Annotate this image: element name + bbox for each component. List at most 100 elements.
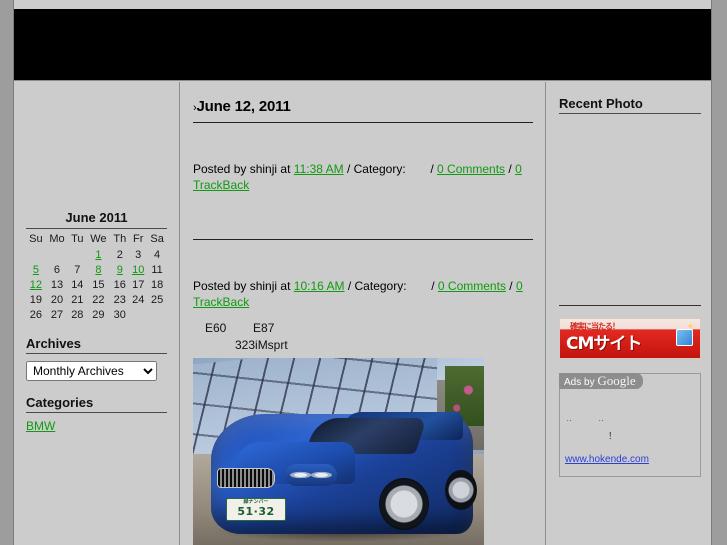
post-at-label: at — [280, 279, 291, 293]
calendar-weekday: Sa — [150, 233, 164, 245]
post-category-link[interactable] — [410, 283, 428, 294]
right-sidebar: Recent Photo 確実に当たる！ CMサイト ✦ Ads by Goog… — [547, 82, 711, 545]
page-title: ›June 12, 2011 — [193, 98, 533, 115]
archives-select[interactable]: Monthly Archives — [26, 361, 157, 381]
calendar-day: 9 — [110, 262, 129, 277]
calendar-weekday: Th — [113, 233, 127, 245]
calendar-day: 2 — [116, 248, 123, 261]
calendar-day: 19 — [29, 293, 42, 306]
calendar-day-empty — [68, 247, 86, 262]
calendar-table: Su Mo Tu We Th Fr Sa 1 2 3 4 5 6 7 8 9 10 11 12 13 14… — [26, 231, 167, 322]
divider — [559, 305, 701, 306]
calendar-day: 18 — [150, 278, 164, 291]
calendar-day: 26 — [29, 308, 42, 321]
list-item — [26, 461, 167, 475]
category-link[interactable] — [26, 461, 46, 472]
model-line-1: E60 E87 — [205, 321, 275, 335]
ad-text-fragment[interactable]: … — [566, 414, 573, 423]
meta-separator: / — [346, 162, 351, 176]
calendar-body: 1 2 3 4 5 6 7 8 9 10 11 12 13 14 15 16 17 18 19 20 21 22 23 24 2… — [26, 247, 167, 322]
calendar-day-empty — [147, 307, 167, 322]
category-link[interactable] — [26, 503, 56, 514]
archives-heading: Archives — [26, 336, 167, 354]
recent-photo-heading: Recent Photo — [559, 96, 701, 114]
calendar-weekday: Su — [29, 233, 43, 245]
calendar-day-empty — [129, 307, 147, 322]
ad-url-link[interactable]: www.hokende.com — [565, 454, 649, 465]
post-body: E60 E87 323iMsprt 緑ナンバー 51·32 — [193, 320, 533, 545]
ads-by-prefix: Ads by — [564, 377, 595, 388]
post-comments-link[interactable]: 0 Comments — [438, 279, 506, 293]
license-plate-number: 51·32 — [237, 505, 275, 518]
category-link-bmw[interactable]: BMW — [26, 420, 55, 433]
calendar-day-link[interactable]: 10 — [132, 264, 144, 276]
categories-heading: Categories — [26, 395, 167, 413]
meta-separator: / — [430, 162, 434, 176]
date-heading-text: June 12, 2011 — [196, 98, 291, 115]
site-banner[interactable] — [14, 9, 711, 81]
calendar-day-link[interactable]: 1 — [95, 249, 101, 261]
posted-by-prefix: Posted by — [193, 162, 247, 176]
category-link[interactable] — [26, 440, 56, 451]
calendar-day: 28 — [71, 308, 84, 321]
calendar-week-row: 1 234 — [26, 247, 167, 262]
meta-separator: / — [508, 162, 512, 176]
calendar-day-link[interactable]: 9 — [117, 264, 123, 276]
calendar-weekday: Fr — [133, 233, 144, 245]
post-entry: Posted by shinji at 10:16 AM / Category:… — [193, 278, 533, 545]
categories-list: BMW — [26, 420, 167, 538]
calendar-day: 6 — [53, 263, 61, 276]
calendar-day-empty — [46, 247, 68, 262]
calendar-day: 7 — [74, 263, 81, 276]
calendar-day-link[interactable]: 5 — [33, 264, 39, 276]
meta-separator: / — [347, 279, 352, 293]
calendar-day: 1 — [86, 247, 110, 262]
post-meta: Posted by shinji at 10:16 AM / Category:… — [193, 278, 533, 310]
cube-icon — [676, 329, 693, 346]
calendar-weekday-row: Su Mo Tu We Th Fr Sa — [26, 231, 167, 247]
photo-license-plate: 緑ナンバー 51·32 — [226, 498, 286, 521]
calendar-day: 25 — [150, 293, 164, 306]
calendar-day: 21 — [71, 293, 84, 306]
calendar-day-link[interactable]: 12 — [30, 279, 42, 291]
category-label: Category: — [353, 162, 406, 176]
calendar-day-link[interactable]: 8 — [95, 264, 101, 276]
left-sidebar: June 2011 Su Mo Tu We Th Fr Sa 1234 5 6 … — [14, 82, 180, 545]
list-item — [26, 482, 167, 496]
post-category-link[interactable] — [409, 166, 427, 177]
post-author: shinji — [249, 279, 278, 293]
calendar-day: 3 — [135, 248, 142, 261]
calendar-widget: June 2011 Su Mo Tu We Th Fr Sa 1234 5 6 … — [26, 210, 167, 322]
list-item: BMW — [26, 420, 167, 433]
calendar-week-row: 12 13 14 15 16 17 18 — [26, 277, 167, 292]
post-time-link[interactable]: 11:38 AM — [294, 162, 344, 176]
photo-car-rear-wheel — [445, 470, 477, 510]
post-photo[interactable]: 緑ナンバー 51·32 — [193, 358, 484, 545]
post-time-link[interactable]: 10:16 AM — [294, 279, 345, 293]
post-meta: Posted by shinji at 11:38 AM / Category:… — [193, 161, 533, 193]
ad-text-fragment[interactable]: … — [598, 414, 605, 423]
photo-car-headlights — [285, 464, 337, 486]
calendar-day: 13 — [50, 278, 64, 291]
google-ad-block[interactable]: Ads by Google … … ！ www.hokende.com — [559, 373, 701, 477]
list-item — [26, 524, 167, 538]
calendar-weekday: We — [90, 233, 107, 245]
posted-by-prefix: Posted by — [193, 279, 247, 293]
category-link[interactable] — [26, 524, 49, 535]
meta-separator: / — [509, 279, 513, 293]
cm-site-banner-ad[interactable]: 確実に当たる！ CMサイト ✦ — [559, 318, 701, 359]
list-item — [26, 503, 167, 517]
category-link[interactable] — [26, 482, 40, 493]
post-comments-link[interactable]: 0 Comments — [437, 162, 505, 176]
calendar-day: 12 — [26, 277, 46, 292]
recent-photo-area — [559, 121, 701, 305]
calendar-day: 27 — [50, 308, 64, 321]
calendar-day: 29 — [92, 308, 105, 321]
post-author: shinji — [249, 162, 278, 176]
category-label: Category: — [354, 279, 407, 293]
calendar-day: 23 — [113, 293, 126, 306]
calendar-weekday: Mo — [49, 233, 65, 245]
calendar-day: 14 — [71, 278, 84, 291]
ad-text-fragment: ！ — [608, 432, 611, 441]
divider — [193, 239, 533, 240]
